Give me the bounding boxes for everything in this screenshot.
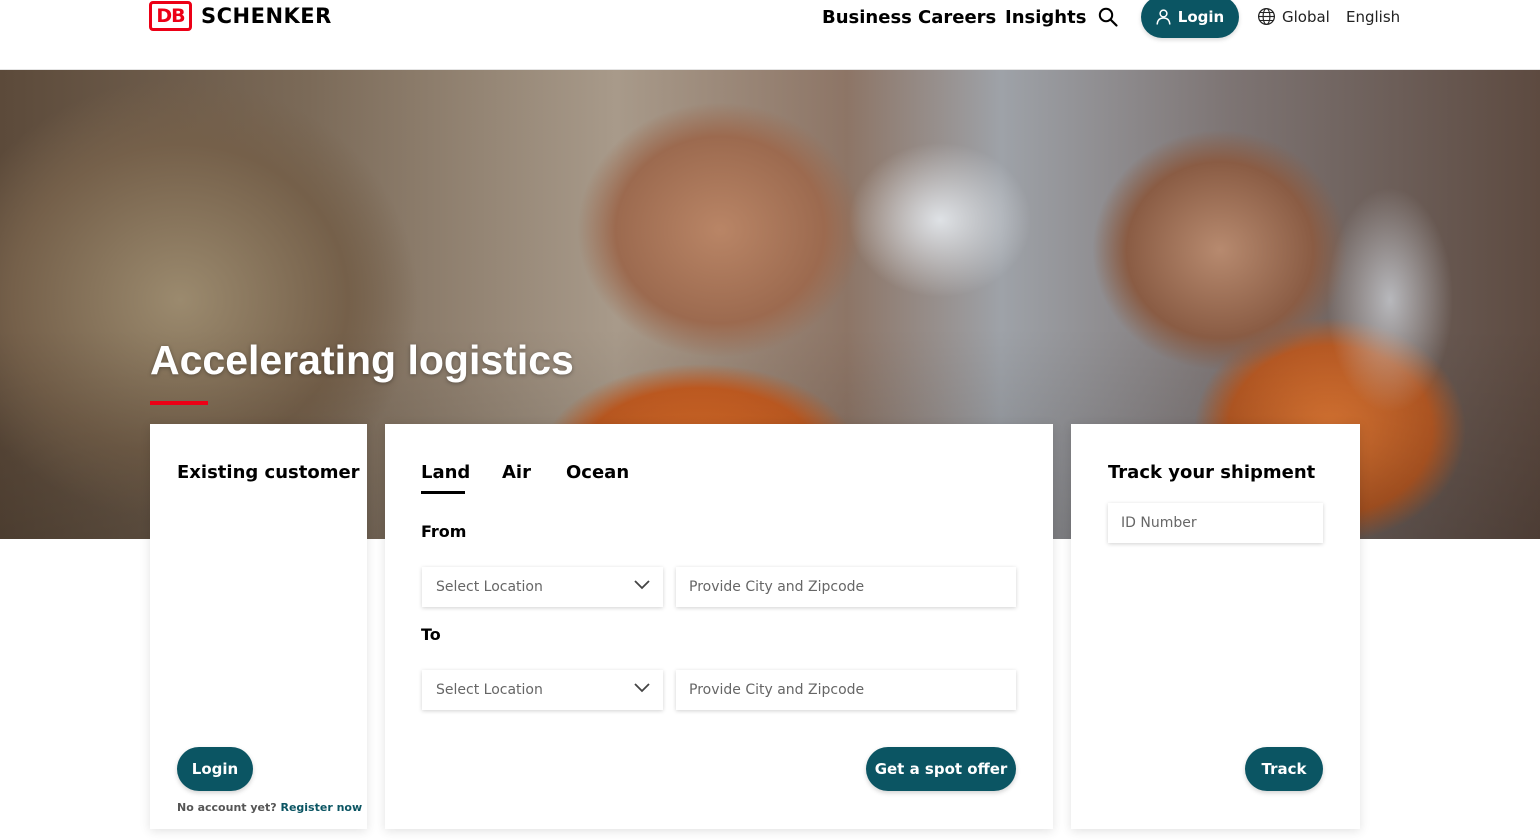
nav-business[interactable]: Business: [822, 7, 912, 28]
track-shipment-card: Track your shipment ID Number Track: [1071, 424, 1360, 829]
track-button[interactable]: Track: [1245, 747, 1323, 791]
chevron-down-icon: [634, 683, 650, 693]
header-login-button[interactable]: Login: [1141, 0, 1239, 38]
to-location-placeholder: Select Location: [436, 682, 543, 698]
from-label: From: [421, 522, 467, 541]
track-shipment-title: Track your shipment: [1108, 462, 1316, 483]
existing-customer-card: Existing customer Login No account yet? …: [150, 424, 367, 829]
tracking-id-input[interactable]: ID Number: [1108, 503, 1323, 543]
customer-login-button[interactable]: Login: [177, 747, 253, 791]
region-selector[interactable]: Global: [1282, 8, 1330, 26]
tracking-id-placeholder: ID Number: [1121, 515, 1197, 531]
to-city-placeholder: Provide City and Zipcode: [689, 682, 865, 698]
from-location-placeholder: Select Location: [436, 579, 543, 595]
header-login-label: Login: [1177, 8, 1225, 26]
from-city-placeholder: Provide City and Zipcode: [689, 579, 865, 595]
db-logo-mark: DB: [149, 1, 192, 31]
user-icon: [1156, 9, 1171, 25]
globe-icon[interactable]: [1257, 7, 1276, 26]
to-label: To: [421, 625, 441, 644]
nav-careers[interactable]: Careers: [918, 7, 996, 28]
nav-insights[interactable]: Insights: [1005, 7, 1086, 28]
logo-text: SCHENKER: [201, 4, 332, 28]
language-selector[interactable]: English: [1346, 8, 1400, 26]
db-schenker-logo[interactable]: DB SCHENKER: [149, 1, 332, 31]
tab-land[interactable]: Land: [421, 462, 470, 483]
hero-title: Accelerating logistics: [150, 337, 574, 383]
from-city-zip-input[interactable]: Provide City and Zipcode: [676, 567, 1016, 607]
spot-offer-card: Land Air Ocean From Select Location Prov…: [385, 424, 1053, 829]
register-prompt: No account yet? Register now: [177, 801, 362, 814]
to-city-zip-input[interactable]: Provide City and Zipcode: [676, 670, 1016, 710]
active-tab-indicator: [421, 491, 465, 494]
existing-customer-title: Existing customer: [177, 462, 360, 483]
hero-accent-line: [150, 401, 208, 405]
search-icon[interactable]: [1097, 6, 1119, 28]
no-account-text: No account yet?: [177, 801, 277, 814]
site-header: DB SCHENKER Business Careers Insights Lo…: [0, 0, 1540, 70]
from-location-select[interactable]: Select Location: [422, 567, 663, 607]
to-location-select[interactable]: Select Location: [422, 670, 663, 710]
chevron-down-icon: [634, 580, 650, 590]
tab-ocean[interactable]: Ocean: [566, 462, 629, 483]
tab-air[interactable]: Air: [502, 462, 531, 483]
get-spot-offer-button[interactable]: Get a spot offer: [866, 747, 1016, 791]
register-now-link[interactable]: Register now: [280, 801, 362, 814]
